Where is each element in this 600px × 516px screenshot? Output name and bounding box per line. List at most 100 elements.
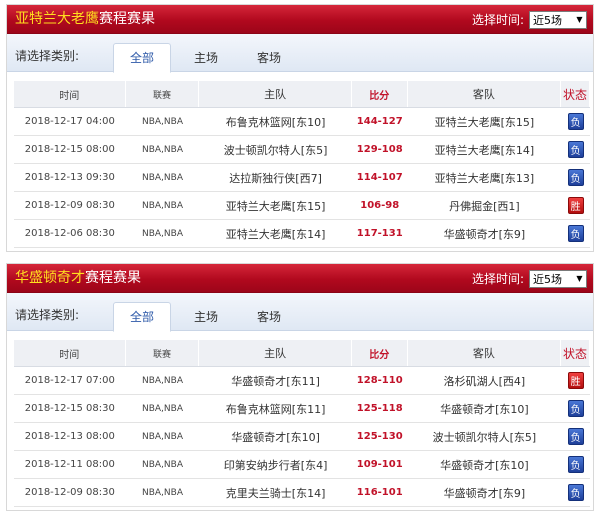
away-team[interactable]: 华盛顿奇才[东9] bbox=[408, 220, 561, 247]
time-select[interactable]: 近5场 ▼ bbox=[529, 10, 587, 29]
league: NBA,NBA bbox=[141, 144, 183, 155]
league: NBA,NBA bbox=[141, 403, 183, 414]
chevron-down-icon: ▼ bbox=[576, 15, 583, 24]
title-suffix: 赛程赛果 bbox=[85, 270, 141, 286]
away-team[interactable]: 波士顿凯尔特人[东5] bbox=[408, 423, 561, 450]
home-team[interactable]: 亚特兰大老鹰[东15] bbox=[199, 192, 351, 219]
result-badge: 负 bbox=[567, 456, 584, 473]
status-cell: 负 bbox=[561, 479, 590, 506]
home-team[interactable]: 布鲁克林篮网[东10] bbox=[199, 108, 351, 135]
away-team[interactable]: 洛杉矶湖人[西4] bbox=[408, 367, 561, 394]
result-badge: 胜 bbox=[567, 197, 584, 214]
column-header: 时间 bbox=[14, 340, 126, 366]
score[interactable]: 117-131 bbox=[352, 220, 408, 247]
result-badge: 负 bbox=[567, 141, 584, 158]
table-row: 2018-12-17 07:00 NBA,NBA 华盛顿奇才[东11] 128-110… bbox=[14, 367, 590, 395]
away-team[interactable]: 华盛顿奇才[东10] bbox=[408, 451, 561, 478]
table-row: 2018-12-09 08:30 NBA,NBA 克里夫兰骑士[东14] 116-10… bbox=[14, 479, 590, 507]
team-name: 华盛顿奇才 bbox=[15, 270, 85, 286]
table-header: 时间 联赛 主队 比分 客队 状态 bbox=[14, 340, 591, 367]
time-select[interactable]: 近5场 ▼ bbox=[529, 269, 587, 288]
status-cell: 负 bbox=[561, 451, 590, 478]
status-cell: 负 bbox=[561, 395, 590, 422]
match-time: 2018-12-17 07:00 bbox=[24, 375, 115, 386]
league: NBA,NBA bbox=[141, 200, 183, 211]
match-time: 2018-12-11 08:00 bbox=[24, 459, 115, 470]
time-select-value: 近5场 bbox=[533, 13, 562, 27]
column-header: 客队 bbox=[408, 81, 562, 107]
away-team[interactable]: 亚特兰大老鹰[东14] bbox=[408, 136, 561, 163]
match-time: 2018-12-17 04:00 bbox=[24, 116, 115, 127]
match-time: 2018-12-15 08:30 bbox=[24, 403, 115, 414]
status-cell: 胜 bbox=[561, 367, 590, 394]
home-team[interactable]: 达拉斯独行侠[西7] bbox=[199, 164, 351, 191]
league: NBA,NBA bbox=[141, 459, 183, 470]
column-header: 主队 bbox=[199, 81, 352, 107]
time-select-value: 近5场 bbox=[533, 272, 562, 286]
status-cell: 负 bbox=[561, 164, 590, 191]
score[interactable]: 114-107 bbox=[352, 164, 408, 191]
table-row: 2018-12-13 09:30 NBA,NBA 达拉斯独行侠[西7] 114-107… bbox=[14, 164, 590, 192]
category-label: 请选择类别: bbox=[15, 308, 80, 322]
time-filter-label: 选择时间: bbox=[471, 272, 524, 286]
away-team[interactable]: 华盛顿奇才[东9] bbox=[408, 479, 561, 506]
column-header: 状态 bbox=[561, 340, 591, 366]
column-header: 联赛 bbox=[126, 340, 200, 366]
result-badge: 负 bbox=[567, 169, 584, 186]
score[interactable]: 144-127 bbox=[352, 108, 408, 135]
panel-title: 亚特兰大老鹰赛程赛果 bbox=[15, 11, 155, 28]
home-team[interactable]: 印第安纳步行者[东4] bbox=[199, 451, 351, 478]
tab-away[interactable]: 客场 bbox=[240, 305, 298, 331]
time-filter: 选择时间: 近5场 ▼ bbox=[472, 10, 587, 29]
schedule-table: 时间 联赛 主队 比分 客队 状态 2018-12-17 04:00 NBA,NBA 布鲁克林篮… bbox=[14, 81, 591, 248]
home-team[interactable]: 华盛顿奇才[东10] bbox=[199, 423, 351, 450]
table-row: 2018-12-13 08:00 NBA,NBA 华盛顿奇才[东10] 125-130… bbox=[14, 423, 590, 451]
status-cell: 胜 bbox=[561, 192, 590, 219]
match-time: 2018-12-09 08:30 bbox=[24, 200, 115, 211]
away-team[interactable]: 亚特兰大老鹰[东15] bbox=[408, 108, 561, 135]
away-team[interactable]: 丹佛掘金[西1] bbox=[408, 192, 561, 219]
panel-header: 华盛顿奇才赛程赛果 选择时间: 近5场 ▼ bbox=[7, 264, 593, 293]
schedule-panel-hawks: 亚特兰大老鹰赛程赛果 选择时间: 近5场 ▼ 请选择类别: 全部 主场 客场 时间 联赛 主队 比分客… bbox=[6, 4, 594, 252]
column-header: 比分 bbox=[352, 81, 408, 107]
score[interactable]: 116-101 bbox=[352, 479, 408, 506]
column-header: 状态 bbox=[561, 81, 591, 107]
result-badge: 负 bbox=[567, 484, 584, 501]
home-team[interactable]: 波士顿凯尔特人[东5] bbox=[199, 136, 351, 163]
match-time: 2018-12-15 08:00 bbox=[24, 144, 115, 155]
score[interactable]: 128-110 bbox=[352, 367, 408, 394]
status-cell: 负 bbox=[561, 220, 590, 247]
away-team[interactable]: 华盛顿奇才[东10] bbox=[408, 395, 561, 422]
column-header: 时间 bbox=[14, 81, 126, 107]
table-row: 2018-12-15 08:30 NBA,NBA 布鲁克林篮网[东11] 125-11… bbox=[14, 395, 590, 423]
tab-home[interactable]: 主场 bbox=[177, 46, 235, 72]
tab-home[interactable]: 主场 bbox=[177, 305, 235, 331]
score[interactable]: 106-98 bbox=[352, 192, 408, 219]
status-cell: 负 bbox=[561, 423, 590, 450]
tab-away[interactable]: 客场 bbox=[240, 46, 298, 72]
away-team[interactable]: 亚特兰大老鹰[东13] bbox=[408, 164, 561, 191]
league: NBA,NBA bbox=[141, 431, 183, 442]
tab-all[interactable]: 全部 bbox=[113, 43, 171, 73]
result-badge: 负 bbox=[567, 400, 584, 417]
home-team[interactable]: 布鲁克林篮网[东11] bbox=[199, 395, 351, 422]
tab-all[interactable]: 全部 bbox=[113, 302, 171, 332]
league: NBA,NBA bbox=[141, 487, 183, 498]
schedule-table: 时间 联赛 主队 比分 客队 状态 2018-12-17 07:00 NBA,NBA 华盛顿奇才… bbox=[14, 340, 591, 507]
match-time: 2018-12-09 08:30 bbox=[24, 487, 115, 498]
column-header: 主队 bbox=[199, 340, 352, 366]
category-label: 请选择类别: bbox=[15, 49, 80, 63]
score[interactable]: 129-108 bbox=[352, 136, 408, 163]
league: NBA,NBA bbox=[141, 172, 183, 183]
home-team[interactable]: 亚特兰大老鹰[东14] bbox=[199, 220, 351, 247]
score[interactable]: 109-101 bbox=[352, 451, 408, 478]
time-filter-label: 选择时间: bbox=[471, 13, 524, 27]
title-suffix: 赛程赛果 bbox=[99, 11, 155, 27]
time-filter: 选择时间: 近5场 ▼ bbox=[472, 269, 587, 288]
score[interactable]: 125-130 bbox=[352, 423, 408, 450]
panel-header: 亚特兰大老鹰赛程赛果 选择时间: 近5场 ▼ bbox=[7, 5, 593, 34]
score[interactable]: 125-118 bbox=[352, 395, 408, 422]
home-team[interactable]: 华盛顿奇才[东11] bbox=[199, 367, 351, 394]
home-team[interactable]: 克里夫兰骑士[东14] bbox=[199, 479, 351, 506]
table-row: 2018-12-17 04:00 NBA,NBA 布鲁克林篮网[东10] 144-12… bbox=[14, 108, 590, 136]
